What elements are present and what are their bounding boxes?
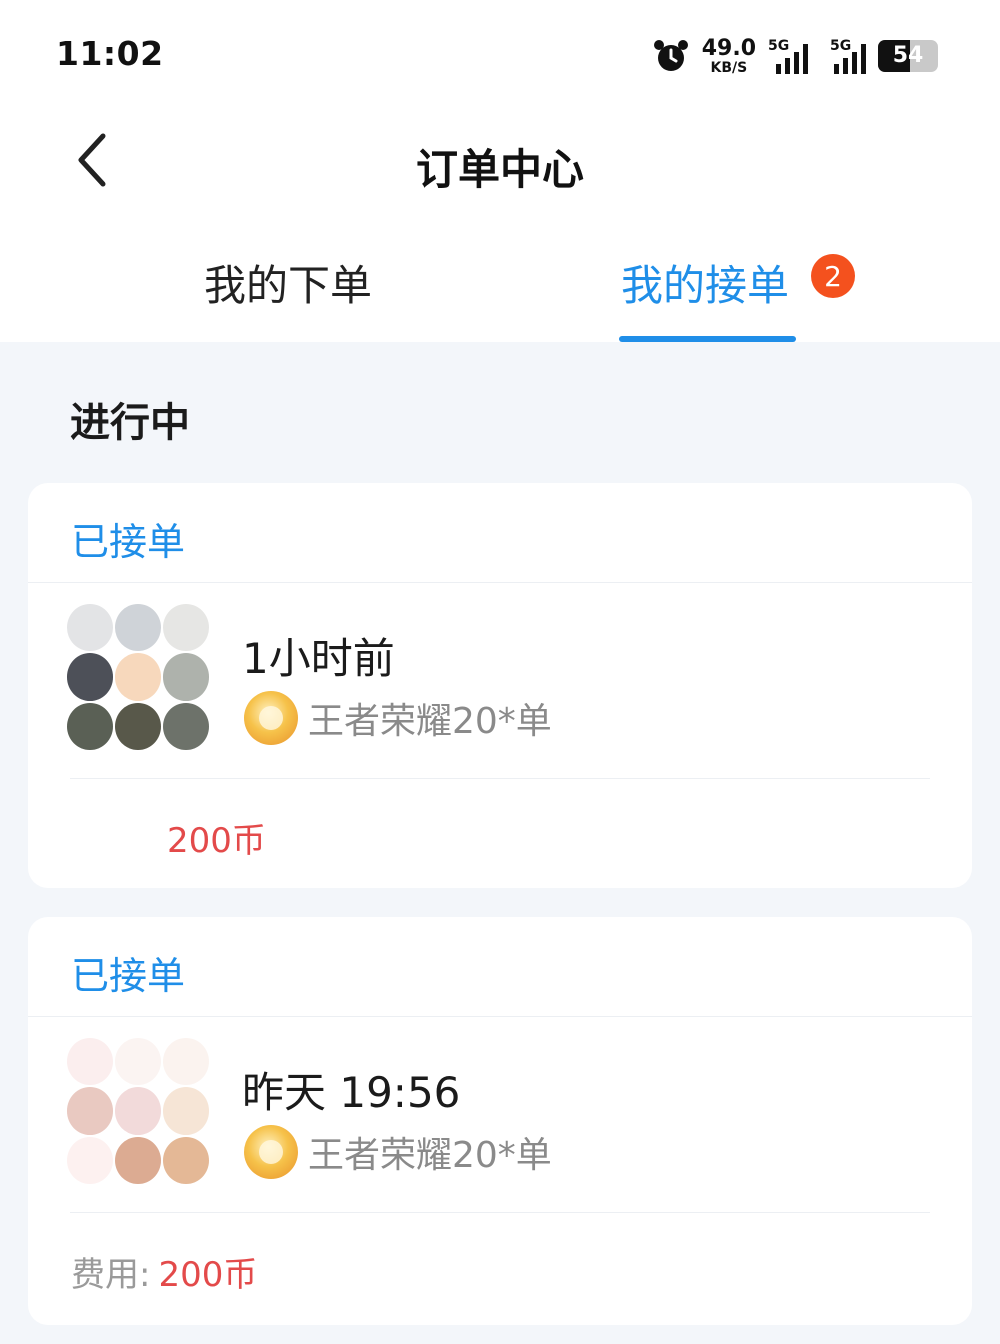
alarm-icon	[652, 37, 690, 75]
net-speed-value: 49.0	[701, 35, 756, 61]
game-row: 王者荣耀20*单	[244, 1125, 552, 1179]
card-divider	[28, 1016, 972, 1017]
order-time: 1小时前	[242, 634, 395, 683]
signal-tag: 5G	[768, 38, 790, 54]
tab-active-indicator	[619, 336, 796, 342]
fee-label: 费用:	[71, 1255, 151, 1295]
signal-tag: 5G	[830, 38, 852, 54]
net-speed: 49.0 KB/S	[701, 35, 756, 76]
honor-of-kings-icon	[244, 1125, 298, 1179]
tab-badge: 2	[811, 254, 855, 298]
order-card[interactable]: 已接单 昨天 19:56 王者荣耀20*单 费用: 200币	[28, 917, 972, 1325]
fee-value: 200币	[158, 1255, 258, 1295]
fee-value: 200币	[167, 821, 266, 861]
fee-row: 200币	[71, 813, 266, 862]
order-status: 已接单	[71, 520, 186, 564]
status-time: 11:02	[56, 34, 164, 73]
tab-my-taken-orders[interactable]: 我的接单	[621, 252, 789, 313]
battery-icon: 54	[878, 40, 938, 72]
honor-of-kings-icon	[244, 691, 298, 745]
battery-level: 54	[892, 43, 924, 68]
game-name: 王者荣耀20*单	[308, 701, 552, 742]
net-speed-unit: KB/S	[710, 59, 748, 76]
order-time: 昨天 19:56	[242, 1068, 461, 1117]
tab-my-orders[interactable]: 我的下单	[204, 252, 372, 313]
section-title: 进行中	[70, 400, 190, 446]
status-bar: 11:02 49.0 KB/S 5G 5G 54	[0, 0, 1000, 110]
game-row: 王者荣耀20*单	[244, 691, 552, 745]
status-icons: 49.0 KB/S 5G 5G 54	[652, 36, 938, 76]
signal-icon: 5G	[820, 38, 866, 74]
page-title: 订单中心	[415, 145, 584, 194]
game-name: 王者荣耀20*单	[308, 1135, 552, 1176]
avatar	[66, 603, 210, 751]
card-inner-divider	[70, 1212, 930, 1213]
avatar	[66, 1037, 210, 1185]
order-card[interactable]: 已接单 1小时前 王者荣耀20*单 200币	[28, 483, 972, 888]
fee-row: 费用: 200币	[71, 1247, 257, 1296]
order-status: 已接单	[71, 954, 186, 998]
card-divider	[28, 582, 972, 583]
card-inner-divider	[70, 778, 930, 779]
signal-icon: 5G	[768, 38, 808, 74]
